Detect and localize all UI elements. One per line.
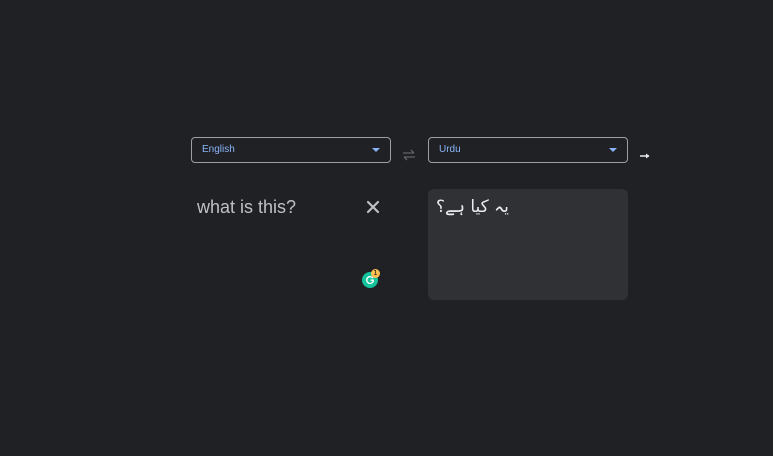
translation-output-box: یہ کیا ہے؟ (428, 189, 628, 300)
target-language-select[interactable]: Urdu (428, 137, 628, 163)
swap-arrows-icon[interactable] (401, 148, 417, 162)
translation-output-text: یہ کیا ہے؟ (436, 197, 509, 217)
chevron-down-icon (609, 148, 617, 152)
source-language-label: English (202, 144, 235, 155)
chevron-down-icon (372, 148, 380, 152)
source-language-select[interactable]: English (191, 137, 391, 163)
arrow-right-icon[interactable] (639, 151, 651, 161)
grammarly-badge: 1 (371, 269, 380, 278)
close-icon[interactable] (365, 199, 381, 215)
target-language-label: Urdu (439, 144, 461, 155)
source-text-input[interactable]: what is this? (197, 195, 296, 219)
translate-page: English Urdu what is this? 1 یہ کیا ہے؟ (0, 0, 773, 456)
grammarly-icon[interactable]: 1 (361, 269, 381, 288)
